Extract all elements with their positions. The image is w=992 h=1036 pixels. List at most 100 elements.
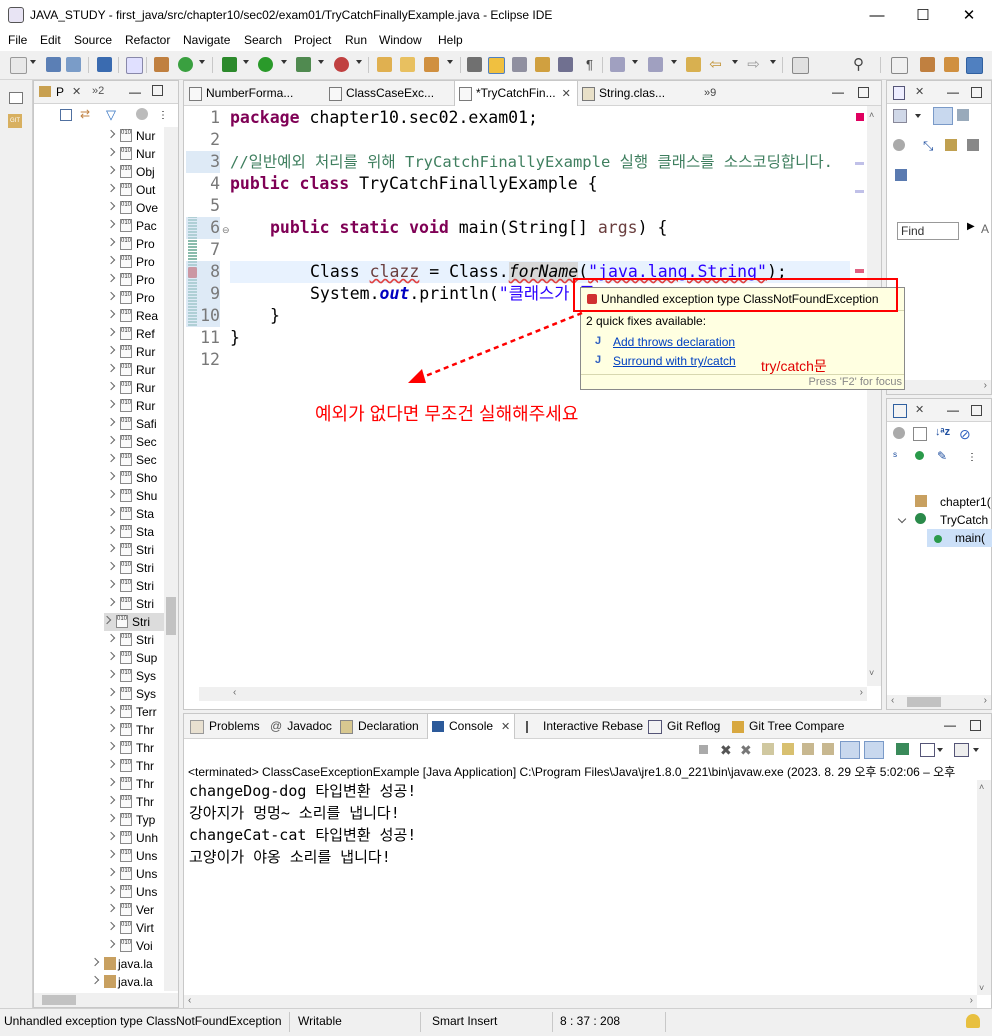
minimize-view-icon[interactable]: — (129, 85, 141, 99)
tab-git-tree-compare[interactable]: Git Tree Compare (732, 714, 844, 738)
chevron-right-icon[interactable] (106, 237, 116, 247)
mark-occurrences-icon[interactable] (488, 57, 505, 74)
scheduled-icon[interactable] (957, 109, 969, 121)
chevron-down-icon[interactable] (281, 60, 287, 64)
outline-method[interactable]: main( (955, 531, 985, 545)
collapse-icon[interactable]: ⤡ (923, 138, 933, 154)
scroll-right-icon[interactable]: › (970, 995, 973, 1006)
chevron-right-icon[interactable] (106, 831, 116, 841)
debug-perspective-icon[interactable] (920, 57, 935, 72)
remove-launch-icon[interactable]: ✖ (720, 742, 732, 759)
toggle-block-icon[interactable] (512, 57, 527, 72)
scroll-left-icon[interactable]: ‹ (188, 995, 191, 1006)
tab-overflow[interactable]: »9 (704, 81, 716, 105)
scroll-down-icon[interactable]: ˅ (869, 668, 879, 682)
chevron-right-icon[interactable] (106, 309, 116, 319)
chevron-down-icon[interactable] (356, 60, 362, 64)
code-line-11[interactable]: } (230, 327, 240, 349)
menu-refactor[interactable]: Refactor (125, 33, 170, 47)
hide-local-types-icon[interactable]: ✎ (937, 449, 947, 463)
tab-problems[interactable]: Problems (190, 714, 260, 738)
close-icon[interactable]: ✕ (501, 721, 510, 733)
chevron-right-icon[interactable] (106, 291, 116, 301)
chevron-down-icon[interactable] (732, 60, 738, 64)
refresh-icon[interactable] (178, 57, 193, 72)
scroll-left-icon[interactable]: ‹ (891, 695, 894, 706)
collapse-all-icon[interactable] (60, 109, 72, 121)
minimize-view-icon[interactable]: — (947, 85, 959, 99)
filter-icon[interactable] (893, 139, 905, 151)
coverage-icon[interactable] (296, 57, 311, 72)
open-type-icon[interactable] (400, 57, 415, 72)
chevron-right-icon[interactable] (106, 327, 116, 337)
tab-numberformat[interactable]: NumberForma... (189, 81, 293, 105)
scroll-up-icon[interactable]: ˄ (979, 782, 984, 792)
filter-icon[interactable] (893, 427, 905, 439)
chevron-right-icon[interactable] (106, 867, 116, 877)
minimize-view-icon[interactable]: — (944, 718, 956, 732)
chevron-down-icon[interactable] (770, 60, 776, 64)
chevron-right-icon[interactable] (106, 597, 116, 607)
word-wrap-icon[interactable] (558, 57, 573, 72)
tab-trycatchfinally[interactable]: *TryCatchFin... ✕ (454, 81, 578, 106)
chevron-right-icon[interactable] (106, 903, 116, 913)
hide-nonpublic-icon[interactable] (915, 451, 924, 460)
restore-icon[interactable] (9, 92, 23, 104)
chevron-right-icon[interactable] (106, 777, 116, 787)
vertical-scrollbar[interactable]: ˄ ˅ (867, 106, 881, 686)
scroll-up-icon[interactable]: ˄ (869, 110, 879, 124)
show-whitespace-icon[interactable] (535, 57, 550, 72)
menu-run[interactable]: Run (345, 33, 367, 47)
git-perspective-icon[interactable] (944, 57, 959, 72)
menu-navigate[interactable]: Navigate (183, 33, 230, 47)
console-output[interactable]: changeDog-dog 타입변환 성공! 강아지가 멍멍~ 소리를 냅니다!… (184, 780, 977, 995)
tab-string-class[interactable]: String.clas... (582, 81, 665, 105)
open-console-icon[interactable] (954, 743, 969, 757)
code-line-3-comment[interactable]: //일반예외 처리를 위해 TryCatchFinallyExample 실행 … (230, 151, 833, 173)
open-perspective-icon[interactable] (891, 57, 908, 74)
chevron-right-icon[interactable] (106, 921, 116, 931)
scrollbar-thumb[interactable] (42, 995, 76, 1005)
word-wrap-icon[interactable] (802, 743, 814, 755)
chevron-right-icon[interactable] (106, 705, 116, 715)
chevron-right-icon[interactable] (106, 687, 116, 697)
save-icon[interactable] (46, 57, 61, 72)
outline-class[interactable]: TryCatch (940, 513, 988, 527)
run-icon[interactable] (258, 57, 273, 72)
menu-source[interactable]: Source (74, 33, 112, 47)
maximize-view-icon[interactable] (858, 87, 869, 98)
maximize-view-icon[interactable] (970, 720, 981, 731)
connect-mylyn-icon[interactable] (895, 169, 907, 181)
chevron-right-icon[interactable] (106, 201, 116, 211)
hide-icon[interactable] (967, 139, 979, 151)
collapse-all-icon[interactable] (913, 427, 927, 441)
last-edit-location-icon[interactable] (686, 57, 701, 72)
maximize-button[interactable]: ☐ (900, 0, 946, 31)
code-line-6[interactable]: public static void main(String[] args) { (270, 217, 667, 239)
close-icon[interactable]: ✕ (915, 85, 924, 98)
vertical-dots-icon[interactable]: ⋮ (967, 452, 977, 463)
notification-bell-icon[interactable] (966, 1014, 980, 1028)
display-console-icon[interactable] (920, 743, 935, 757)
chevron-right-icon[interactable] (90, 975, 100, 985)
add-throws-link[interactable]: Add throws declaration (613, 335, 735, 349)
scroll-down-icon[interactable]: ˅ (979, 983, 984, 993)
clear-console-icon[interactable] (762, 743, 774, 755)
code-line-4[interactable]: public class TryCatchFinallyExample { (230, 173, 598, 195)
vertical-scrollbar[interactable]: ˄ ˅ (977, 780, 991, 995)
overview-marker[interactable] (855, 190, 864, 193)
fold-icon[interactable]: ⊖ (222, 225, 230, 236)
chevron-down-icon[interactable] (447, 60, 453, 64)
tab-overflow[interactable]: »2 (92, 85, 104, 97)
open-task-icon[interactable] (424, 57, 439, 72)
new-java-project-icon[interactable] (377, 57, 392, 72)
chevron-right-icon[interactable] (90, 957, 100, 967)
prev-edit-icon[interactable] (648, 57, 663, 72)
code-line-1[interactable]: package chapter10.sec02.exam01; (230, 107, 538, 129)
chevron-right-icon[interactable] (106, 129, 116, 139)
surround-try-catch-link[interactable]: Surround with try/catch (613, 354, 736, 368)
chevron-right-icon[interactable] (106, 543, 116, 553)
view-menu-icon[interactable] (136, 108, 148, 120)
chevron-right-icon[interactable] (106, 273, 116, 283)
skip-breakpoints-icon[interactable] (126, 57, 143, 74)
